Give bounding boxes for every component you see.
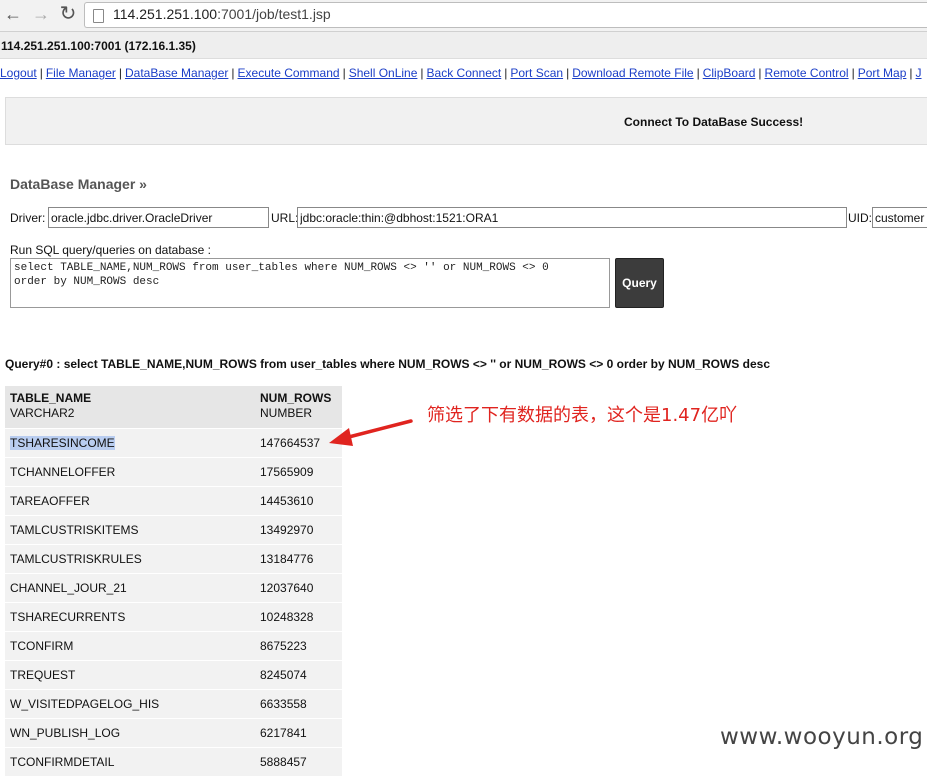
table-cell-name: W_VISITEDPAGELOG_HIS <box>10 697 160 711</box>
sql-textarea[interactable]: select TABLE_NAME,NUM_ROWS from user_tab… <box>10 258 610 308</box>
url-input[interactable] <box>297 207 847 228</box>
separator: | <box>851 66 855 80</box>
table-cell-rows: 147664537 <box>260 436 321 450</box>
table-cell-name: TSHARECURRENTS <box>10 610 126 624</box>
table-row: TCONFIRM 8675223 <box>5 631 342 660</box>
table-cell-rows: 10248328 <box>260 610 314 624</box>
table-cell-rows: 5888457 <box>260 755 307 769</box>
table-cell-rows: 12037640 <box>260 581 314 595</box>
url-label: URL: <box>271 211 299 225</box>
table-row: CHANNEL_JOUR_21 12037640 <box>5 573 342 602</box>
table-cell-rows: 8675223 <box>260 639 307 653</box>
table-row: TSHARECURRENTS 10248328 <box>5 602 342 631</box>
table-cell-rows: 6633558 <box>260 697 307 711</box>
table-cell-name: TCONFIRMDETAIL <box>10 755 115 769</box>
separator: | <box>566 66 570 80</box>
nav-link-port-map[interactable]: Port Map <box>858 66 907 80</box>
table-cell-rows: 13184776 <box>260 552 314 566</box>
uid-input[interactable] <box>872 207 927 228</box>
table-row: W_VISITEDPAGELOG_HIS 6633558 <box>5 689 342 718</box>
separator: | <box>118 66 122 80</box>
table-cell-name: TAMLCUSTRISKRULES <box>10 552 142 566</box>
table-cell-rows: 6217841 <box>260 726 307 740</box>
nav-link-remote-control[interactable]: Remote Control <box>765 66 849 80</box>
table-cell-name: TREQUEST <box>10 668 76 682</box>
table-cell-rows: 17565909 <box>260 465 314 479</box>
status-message-box: Connect To DataBase Success! <box>5 97 927 145</box>
table-row: TAMLCUSTRISKITEMS 13492970 <box>5 515 342 544</box>
nav-link-logout[interactable]: Logout <box>0 66 37 80</box>
browser-toolbar: ← → ↻ 114.251.251.100:7001/job/test1.jsp <box>0 0 927 32</box>
driver-label: Driver: <box>10 211 46 225</box>
table-cell-name: TCONFIRM <box>10 639 74 653</box>
column-type: VARCHAR2 <box>10 406 75 420</box>
column-header-num-rows: NUM_ROWS NUMBER <box>260 391 331 421</box>
separator: | <box>342 66 346 80</box>
nav-link-shell-online[interactable]: Shell OnLine <box>349 66 418 80</box>
forward-arrow-icon[interactable]: → <box>29 3 53 27</box>
query-title: Query#0 : select TABLE_NAME,NUM_ROWS fro… <box>5 357 770 371</box>
column-name: NUM_ROWS <box>260 391 332 405</box>
column-type: NUMBER <box>260 406 313 420</box>
nav-link-download-remote-file[interactable]: Download Remote File <box>572 66 693 80</box>
table-row: TAMLCUSTRISKRULES 13184776 <box>5 544 342 573</box>
nav-link-truncated[interactable]: J <box>916 66 922 80</box>
status-message: Connect To DataBase Success! <box>624 115 804 129</box>
host-info: 114.251.251.100:7001 (172.16.1.35) <box>1 39 196 53</box>
driver-input[interactable] <box>48 207 269 228</box>
table-cell-name: WN_PUBLISH_LOG <box>10 726 121 740</box>
separator: | <box>696 66 700 80</box>
table-cell-rows: 8245074 <box>260 668 307 682</box>
table-cell-rows: 13492970 <box>260 523 314 537</box>
table-cell-rows: 14453610 <box>260 494 314 508</box>
table-cell-name: TCHANNELOFFER <box>10 465 116 479</box>
table-cell-name: TSHARESINCOME <box>10 436 115 450</box>
query-button[interactable]: Query <box>615 258 664 308</box>
nav-link-port-scan[interactable]: Port Scan <box>510 66 563 80</box>
nav-link-clipboard[interactable]: ClipBoard <box>703 66 756 80</box>
table-cell-name: TAMLCUSTRISKITEMS <box>10 523 139 537</box>
sql-label: Run SQL query/queries on database : <box>10 243 212 257</box>
nav-link-database-manager[interactable]: DataBase Manager <box>125 66 228 80</box>
table-row: TCHANNELOFFER 17565909 <box>5 457 342 486</box>
table-row: TCONFIRMDETAIL 5888457 <box>5 747 342 776</box>
results-table: TABLE_NAME VARCHAR2 NUM_ROWS NUMBER TSHARE… <box>5 386 342 776</box>
reload-icon[interactable]: ↻ <box>56 3 80 27</box>
separator: | <box>39 66 43 80</box>
table-row: TREQUEST 8245074 <box>5 660 342 689</box>
separator: | <box>909 66 913 80</box>
uid-label: UID: <box>848 211 872 225</box>
annotation-text: 筛选了下有数据的表，这个是1.47亿吖 <box>427 405 738 426</box>
host-bar: 114.251.251.100:7001 (172.16.1.35) <box>0 32 927 59</box>
separator: | <box>758 66 762 80</box>
annotation-arrow-icon <box>329 419 413 446</box>
table-header: TABLE_NAME VARCHAR2 NUM_ROWS NUMBER <box>5 386 342 428</box>
nav-link-execute-command[interactable]: Execute Command <box>238 66 340 80</box>
address-bar[interactable]: 114.251.251.100:7001/job/test1.jsp <box>84 2 927 28</box>
section-title: DataBase Manager » <box>10 176 147 192</box>
watermark: www.wooyun.org <box>720 724 924 750</box>
separator: | <box>231 66 235 80</box>
separator: | <box>504 66 508 80</box>
nav-link-back-connect[interactable]: Back Connect <box>427 66 502 80</box>
address-bar-url: 114.251.251.100:7001/job/test1.jsp <box>113 6 331 22</box>
url-host: 114.251.251.100 <box>113 6 218 22</box>
table-cell-name: CHANNEL_JOUR_21 <box>10 581 127 595</box>
page-icon <box>93 9 104 23</box>
column-header-table-name: TABLE_NAME VARCHAR2 <box>10 391 91 421</box>
table-cell-name: TAREAOFFER <box>10 494 90 508</box>
separator: | <box>420 66 424 80</box>
table-row: TSHARESINCOME 147664537 <box>5 428 342 457</box>
url-path: :7001/job/test1.jsp <box>217 6 331 22</box>
nav-links: Logout | File Manager | DataBase Manager | Exe… <box>0 66 922 80</box>
back-arrow-icon[interactable]: ← <box>1 3 25 27</box>
column-name: TABLE_NAME <box>10 391 92 405</box>
table-row: TAREAOFFER 14453610 <box>5 486 342 515</box>
table-row: WN_PUBLISH_LOG 6217841 <box>5 718 342 747</box>
nav-link-file-manager[interactable]: File Manager <box>46 66 116 80</box>
